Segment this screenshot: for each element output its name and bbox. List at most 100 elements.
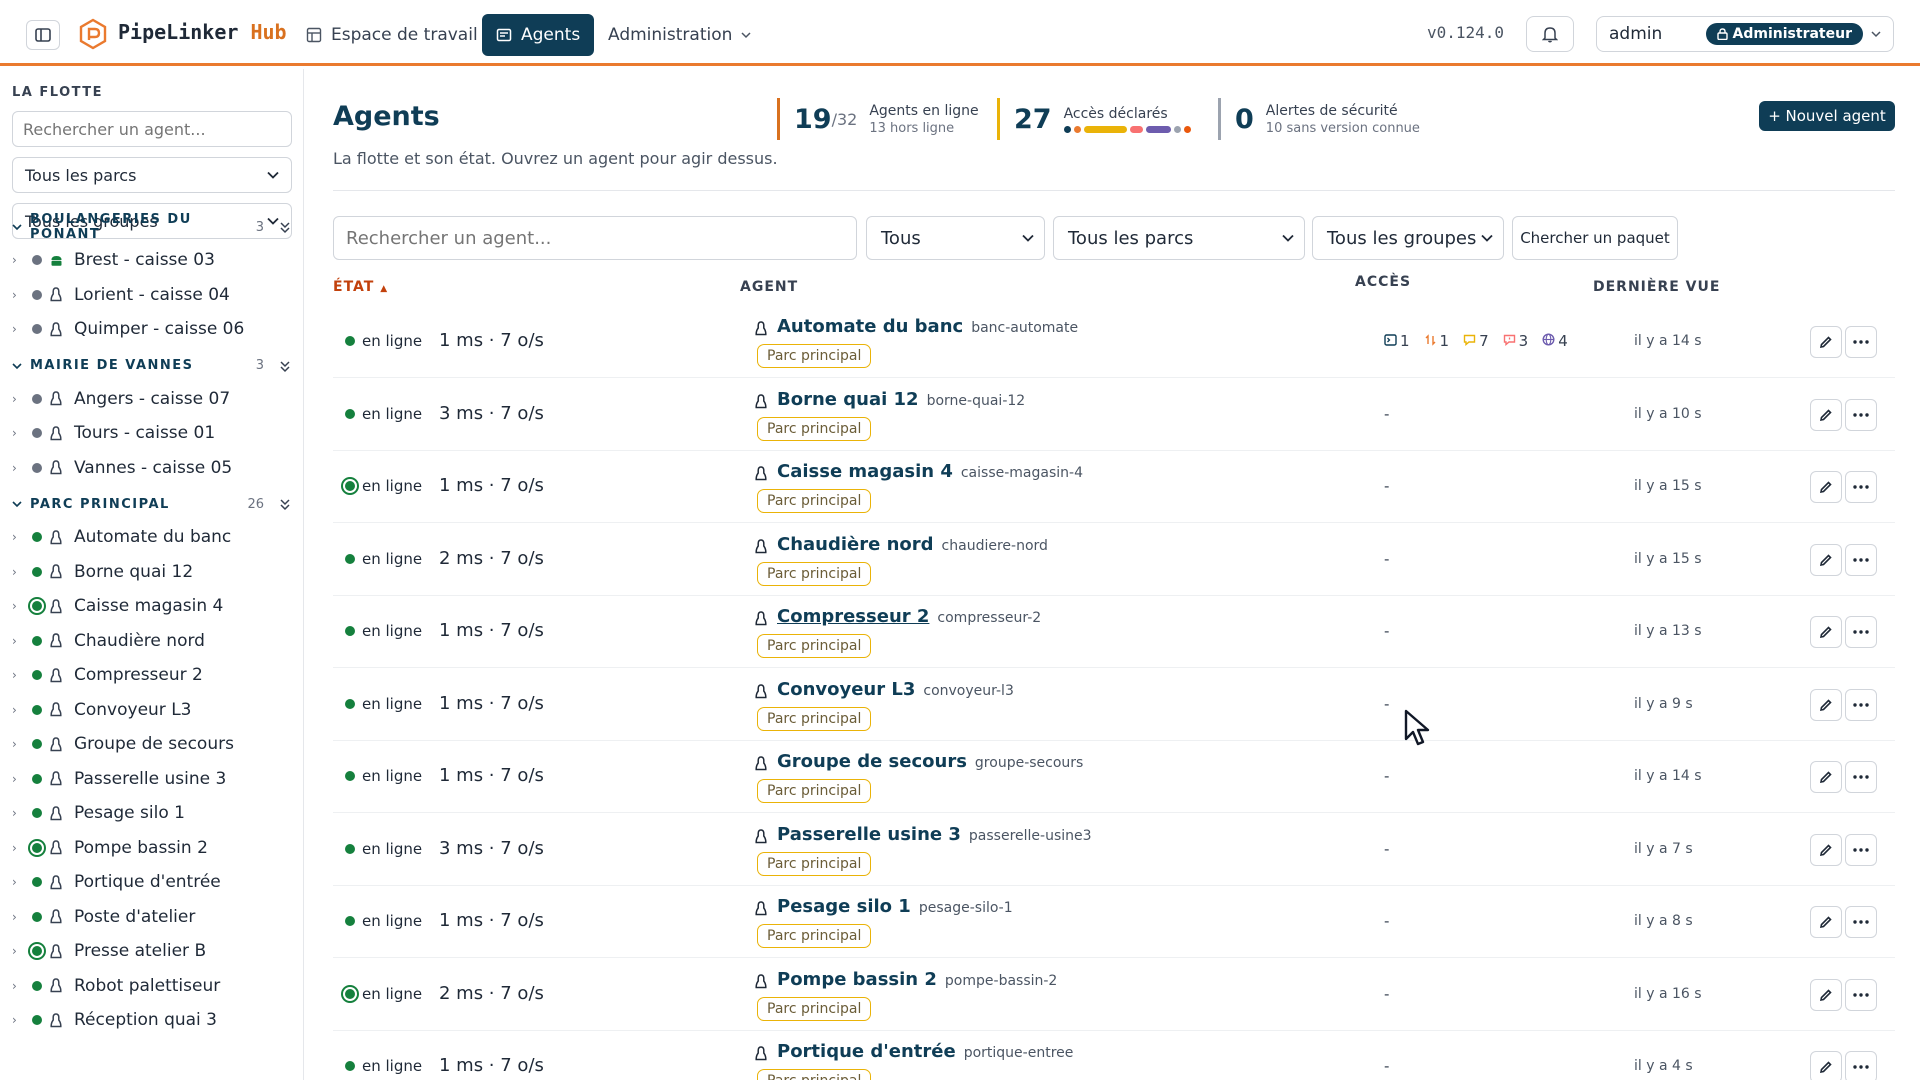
table-row[interactable]: en ligne 1 ms · 7 o/s Groupe de secours gro… (333, 741, 1895, 813)
sidebar-group[interactable]: PARC PRINCIPAL 26 (12, 492, 292, 516)
chevron-right-icon[interactable]: › (12, 737, 24, 751)
edit-agent-button[interactable] (1810, 906, 1842, 938)
table-row[interactable]: en ligne 1 ms · 7 o/s Automate du banc banc… (333, 306, 1895, 378)
agent-name-link[interactable]: Passerelle usine 3 passerelle-usine3 (777, 824, 1092, 845)
column-header-access[interactable]: ACCÈS (1355, 274, 1411, 290)
more-actions-button[interactable] (1845, 1051, 1877, 1080)
search-package-button[interactable]: Chercher un paquet (1512, 216, 1678, 260)
chevron-right-icon[interactable]: › (12, 910, 24, 924)
new-agent-button[interactable]: + Nouvel agent (1759, 101, 1895, 131)
chevron-right-icon[interactable]: › (12, 565, 24, 579)
chevron-right-icon[interactable]: › (12, 703, 24, 717)
chevron-right-icon[interactable]: › (12, 806, 24, 820)
sidebar-agent-item[interactable]: › Passerelle usine 3 (12, 766, 292, 792)
table-row[interactable]: en ligne 1 ms · 7 o/s Portique d'entrée por… (333, 1031, 1895, 1080)
sidebar-agent-item[interactable]: › Borne quai 12 (12, 559, 292, 585)
edit-agent-button[interactable] (1810, 1051, 1842, 1080)
park-tag[interactable]: Parc principal (757, 634, 872, 658)
table-row[interactable]: en ligne 3 ms · 7 o/s Passerelle usine 3 pa… (333, 814, 1895, 886)
chevron-right-icon[interactable]: › (12, 461, 24, 475)
edit-agent-button[interactable] (1810, 688, 1842, 721)
chevron-right-icon[interactable]: › (12, 772, 24, 786)
sidebar-agent-item[interactable]: › Automate du banc (12, 524, 292, 550)
chevron-right-icon[interactable]: › (12, 392, 24, 406)
agent-name-link[interactable]: Pompe bassin 2 pompe-bassin-2 (777, 969, 1057, 990)
chevron-right-icon[interactable]: › (12, 944, 24, 958)
sidebar-agent-item[interactable]: › Pesage silo 1 (12, 800, 292, 826)
park-tag[interactable]: Parc principal (757, 996, 872, 1021)
edit-agent-button[interactable] (1810, 398, 1842, 431)
notifications-button[interactable] (1526, 16, 1574, 52)
chevron-right-icon[interactable]: › (12, 599, 24, 613)
sidebar-agent-item[interactable]: › Lorient - caisse 04 (12, 282, 292, 308)
sidebar-agent-item[interactable]: › Pompe bassin 2 (12, 835, 292, 861)
collapse-all-icon[interactable] (278, 497, 292, 511)
nav-workspace[interactable]: Espace de travail (292, 14, 492, 56)
table-row[interactable]: en ligne 1 ms · 7 o/s Pesage silo 1 pesage-… (333, 886, 1895, 958)
edit-agent-button[interactable] (1810, 543, 1842, 576)
chevron-right-icon[interactable]: › (12, 1013, 24, 1027)
groups-filter-select[interactable]: Tous les groupes (1312, 216, 1504, 260)
chevron-right-icon[interactable]: › (12, 668, 24, 682)
agent-name-link[interactable]: Groupe de secours groupe-secours (777, 751, 1083, 772)
user-menu[interactable]: admin Administrateur (1596, 16, 1894, 52)
more-actions-button[interactable] (1845, 761, 1877, 793)
chevron-right-icon[interactable]: › (12, 875, 24, 889)
sidebar-search-input[interactable] (12, 111, 292, 147)
agent-name-link[interactable]: Pesage silo 1 pesage-silo-1 (777, 896, 1013, 917)
sidebar-agent-item[interactable]: › Compresseur 2 (12, 662, 292, 688)
more-actions-button[interactable] (1845, 688, 1877, 721)
table-row[interactable]: en ligne 1 ms · 7 o/s Caisse magasin 4 cais… (333, 451, 1895, 523)
agent-name-link[interactable]: Compresseur 2 compresseur-2 (777, 606, 1041, 627)
park-tag[interactable]: Parc principal (757, 706, 872, 731)
chevron-right-icon[interactable]: › (12, 841, 24, 855)
column-header-last-seen[interactable]: DERNIÈRE VUE (1593, 279, 1720, 295)
park-tag[interactable]: Parc principal (757, 416, 872, 441)
park-tag[interactable]: Parc principal (757, 1069, 872, 1080)
chevron-right-icon[interactable]: › (12, 979, 24, 993)
edit-agent-button[interactable] (1810, 761, 1842, 793)
more-actions-button[interactable] (1845, 543, 1877, 576)
chevron-right-icon[interactable]: › (12, 322, 24, 336)
sidebar-agent-item[interactable]: › Portique d'entrée (12, 869, 292, 895)
table-row[interactable]: en ligne 1 ms · 7 o/s Convoyeur L3 convoyeu… (333, 669, 1895, 741)
sidebar-agent-item[interactable]: › Angers - caisse 07 (12, 386, 292, 412)
sidebar-agent-item[interactable]: › Convoyeur L3 (12, 697, 292, 723)
sidebar-agent-item[interactable]: › Caisse magasin 4 (12, 593, 292, 619)
park-tag[interactable]: Parc principal (757, 489, 872, 513)
collapse-all-icon[interactable] (278, 359, 292, 373)
column-header-agent[interactable]: AGENT (740, 279, 798, 295)
chevron-right-icon[interactable]: › (12, 253, 24, 267)
agent-name-link[interactable]: Chaudière nord chaudiere-nord (777, 534, 1048, 555)
sidebar-agent-item[interactable]: › Brest - caisse 03 (12, 247, 292, 273)
sidebar-agent-item[interactable]: › Vannes - caisse 05 (12, 455, 292, 481)
sidebar-agent-item[interactable]: › Chaudière nord (12, 628, 292, 654)
more-actions-button[interactable] (1845, 471, 1877, 503)
more-actions-button[interactable] (1845, 326, 1877, 358)
edit-agent-button[interactable] (1810, 833, 1842, 866)
nav-agents[interactable]: Agents (482, 14, 595, 56)
sidebar-agent-item[interactable]: › Quimper - caisse 06 (12, 316, 292, 342)
nav-administration[interactable]: Administration (594, 14, 765, 56)
park-tag[interactable]: Parc principal (757, 344, 872, 368)
sidebar-group[interactable]: BOULANGERIES DU PONANT 3 (12, 212, 292, 242)
brand-logo-icon[interactable] (78, 18, 108, 50)
table-row[interactable]: en ligne 2 ms · 7 o/s Chaudière nord chaudi… (333, 524, 1895, 596)
edit-agent-button[interactable] (1810, 326, 1842, 358)
park-tag[interactable]: Parc principal (757, 851, 872, 876)
sidebar-agent-item[interactable]: › Poste d'atelier (12, 904, 292, 930)
brand-name[interactable]: PipeLinker Hub (118, 20, 287, 44)
sidebar-agent-item[interactable]: › Presse atelier B (12, 938, 292, 964)
sidebar-agent-item[interactable]: › Tours - caisse 01 (12, 420, 292, 446)
agent-name-link[interactable]: Portique d'entrée portique-entree (777, 1041, 1073, 1062)
edit-agent-button[interactable] (1810, 978, 1842, 1011)
sidebar-agent-item[interactable]: › Robot palettiseur (12, 973, 292, 999)
table-row[interactable]: en ligne 1 ms · 7 o/s Compresseur 2 compres… (333, 596, 1895, 668)
chevron-right-icon[interactable]: › (12, 288, 24, 302)
collapse-all-icon[interactable] (278, 220, 292, 234)
sidebar-agent-item[interactable]: › Groupe de secours (12, 731, 292, 757)
parks-filter-select[interactable]: Tous les parcs (1053, 216, 1305, 260)
more-actions-button[interactable] (1845, 616, 1877, 648)
chevron-right-icon[interactable]: › (12, 634, 24, 648)
agent-name-link[interactable]: Convoyeur L3 convoyeur-l3 (777, 679, 1014, 700)
